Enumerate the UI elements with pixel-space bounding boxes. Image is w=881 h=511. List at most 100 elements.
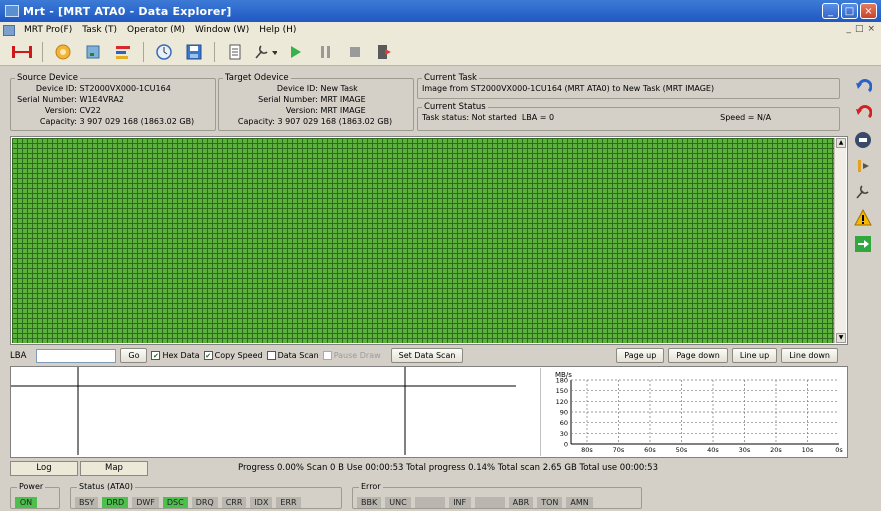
tool-dropdown-icon[interactable] bbox=[253, 41, 277, 63]
grid-scrollbar[interactable]: ▲ ▼ bbox=[834, 138, 846, 343]
source-version: CV22 bbox=[79, 106, 101, 115]
mdi-minimize-button[interactable]: _ bbox=[846, 24, 851, 34]
menu-mrt-pro[interactable]: MRT Pro(F) bbox=[19, 25, 77, 35]
move-icon[interactable] bbox=[853, 156, 873, 176]
pause-icon[interactable] bbox=[313, 41, 337, 63]
target-device-id: New Task bbox=[320, 84, 358, 93]
pause-draw-check bbox=[322, 351, 332, 360]
mdi-restore-button[interactable]: □ bbox=[855, 24, 864, 34]
y-tick-label: 30 bbox=[560, 430, 568, 438]
data-scan-checkbox[interactable]: Data Scan bbox=[266, 351, 319, 360]
close-button[interactable]: × bbox=[860, 3, 877, 19]
target-capacity-label: Capacity: bbox=[237, 117, 275, 126]
menu-task[interactable]: Task (T) bbox=[77, 25, 122, 35]
err-blank-2 bbox=[474, 497, 505, 508]
menu-help[interactable]: Help (H) bbox=[254, 25, 301, 35]
copy-speed-check[interactable]: ✔ bbox=[203, 351, 213, 360]
scroll-down-arrow[interactable]: ▼ bbox=[836, 333, 846, 343]
x-tick-label: 60s bbox=[644, 446, 656, 454]
exit-icon[interactable] bbox=[373, 41, 397, 63]
hex-data-check[interactable]: ✔ bbox=[151, 351, 161, 360]
target-version-label: Version: bbox=[285, 106, 318, 115]
current-task-text: Image from ST2000VX000-1CU164 (MRT ATA0)… bbox=[422, 84, 715, 93]
flag-crr: CRR bbox=[221, 497, 247, 508]
data-scan-check[interactable] bbox=[266, 351, 276, 360]
tool-icon[interactable] bbox=[853, 182, 873, 202]
page-down-button[interactable]: Page down bbox=[668, 348, 728, 363]
current-status-panel: Current Status Task status: Not started … bbox=[417, 102, 840, 131]
minimize-button[interactable]: _ bbox=[822, 3, 839, 19]
undo-blue-icon[interactable] bbox=[853, 78, 873, 98]
disk-icon[interactable] bbox=[853, 130, 873, 150]
toolbar-separator bbox=[143, 41, 144, 62]
map-overview bbox=[11, 367, 516, 455]
set-data-scan-button[interactable]: Set Data Scan bbox=[390, 348, 464, 363]
menu-operator[interactable]: Operator (M) bbox=[122, 25, 190, 35]
y-tick-label: 90 bbox=[560, 409, 568, 417]
y-tick-label: 180 bbox=[556, 377, 568, 385]
target-version: MRT IMAGE bbox=[320, 106, 366, 115]
maximize-button[interactable]: □ bbox=[841, 3, 858, 19]
page-up-button[interactable]: Page up bbox=[616, 348, 665, 363]
copy-speed-label: Copy Speed bbox=[214, 351, 263, 360]
play-icon[interactable] bbox=[283, 41, 307, 63]
target-capacity: 3 907 029 168 (1863.02 GB) bbox=[277, 117, 393, 126]
flag-idx: IDX bbox=[250, 497, 273, 508]
x-tick-label: 20s bbox=[770, 446, 782, 454]
source-serial-label: Serial Number: bbox=[17, 95, 77, 104]
line-down-button[interactable]: Line down bbox=[781, 348, 838, 363]
scroll-up-arrow[interactable]: ▲ bbox=[836, 138, 846, 148]
settings-gear-icon[interactable] bbox=[51, 41, 75, 63]
mdi-close-button[interactable]: × bbox=[867, 24, 875, 34]
x-tick-label: 70s bbox=[613, 446, 625, 454]
error-group: Error BBK UNC INF ABR TON AMN bbox=[352, 482, 642, 509]
err-inf: INF bbox=[448, 497, 471, 508]
lba-input[interactable] bbox=[36, 348, 117, 363]
tabs-bar: Log Map Progress 0.00% Scan 0 B Use 00:0… bbox=[10, 460, 848, 476]
save-icon[interactable] bbox=[182, 41, 206, 63]
target-device-legend: Target Odevice bbox=[225, 73, 289, 83]
toolbar-separator bbox=[214, 41, 215, 62]
lba-bar: LBA Go ✔ Hex Data ✔ Copy Speed Data Scan… bbox=[10, 347, 848, 364]
undo-red-icon[interactable] bbox=[853, 104, 873, 124]
stop-icon[interactable] bbox=[343, 41, 367, 63]
power-label: Power bbox=[17, 482, 46, 491]
flag-dwf: DWF bbox=[132, 497, 159, 508]
y-tick-label: 150 bbox=[556, 387, 568, 395]
ata-status-label: Status (ATA0) bbox=[77, 482, 135, 491]
connect-icon[interactable] bbox=[10, 41, 34, 63]
window-controls: _ □ × bbox=[822, 3, 877, 19]
pause-draw-checkbox: Pause Draw bbox=[322, 351, 381, 360]
power-group: Power ON bbox=[10, 482, 60, 509]
x-tick-label: 40s bbox=[707, 446, 719, 454]
lba-label: LBA bbox=[10, 350, 27, 361]
y-tick-label: 120 bbox=[556, 398, 568, 406]
warning-icon[interactable] bbox=[853, 208, 873, 228]
tab-log[interactable]: Log bbox=[10, 460, 78, 476]
ata-status-group: Status (ATA0) BSY DRD DWF DSC DRQ CRR ID… bbox=[70, 482, 342, 509]
data-scan-label: Data Scan bbox=[277, 351, 319, 360]
line-up-button[interactable]: Line up bbox=[731, 348, 778, 363]
flag-bsy: BSY bbox=[75, 497, 99, 508]
hex-data-label: Hex Data bbox=[162, 351, 200, 360]
menu-window[interactable]: Window (W) bbox=[190, 25, 254, 35]
err-bbk: BBK bbox=[357, 497, 382, 508]
sector-grid[interactable] bbox=[12, 138, 834, 343]
current-status-legend: Current Status bbox=[424, 102, 486, 112]
clock-icon[interactable] bbox=[152, 41, 176, 63]
copy-speed-checkbox[interactable]: ✔ Copy Speed bbox=[203, 351, 263, 360]
mdi-window-icon[interactable] bbox=[3, 24, 15, 36]
power-on-indicator: ON bbox=[15, 497, 37, 508]
hex-data-checkbox[interactable]: ✔ Hex Data bbox=[151, 351, 200, 360]
chart-icon[interactable] bbox=[111, 41, 135, 63]
tab-map[interactable]: Map bbox=[80, 460, 148, 476]
go-button[interactable]: Go bbox=[120, 348, 148, 363]
arrow-right-icon[interactable] bbox=[853, 234, 873, 254]
device-icon[interactable] bbox=[81, 41, 105, 63]
document-icon[interactable] bbox=[223, 41, 247, 63]
err-unc: UNC bbox=[385, 497, 411, 508]
speed-status: Speed = N/A bbox=[720, 113, 772, 122]
err-abr: ABR bbox=[508, 497, 534, 508]
toolbar-separator bbox=[42, 41, 43, 62]
window-title: Mrt - [MRT ATA0 - Data Explorer] bbox=[23, 4, 232, 18]
